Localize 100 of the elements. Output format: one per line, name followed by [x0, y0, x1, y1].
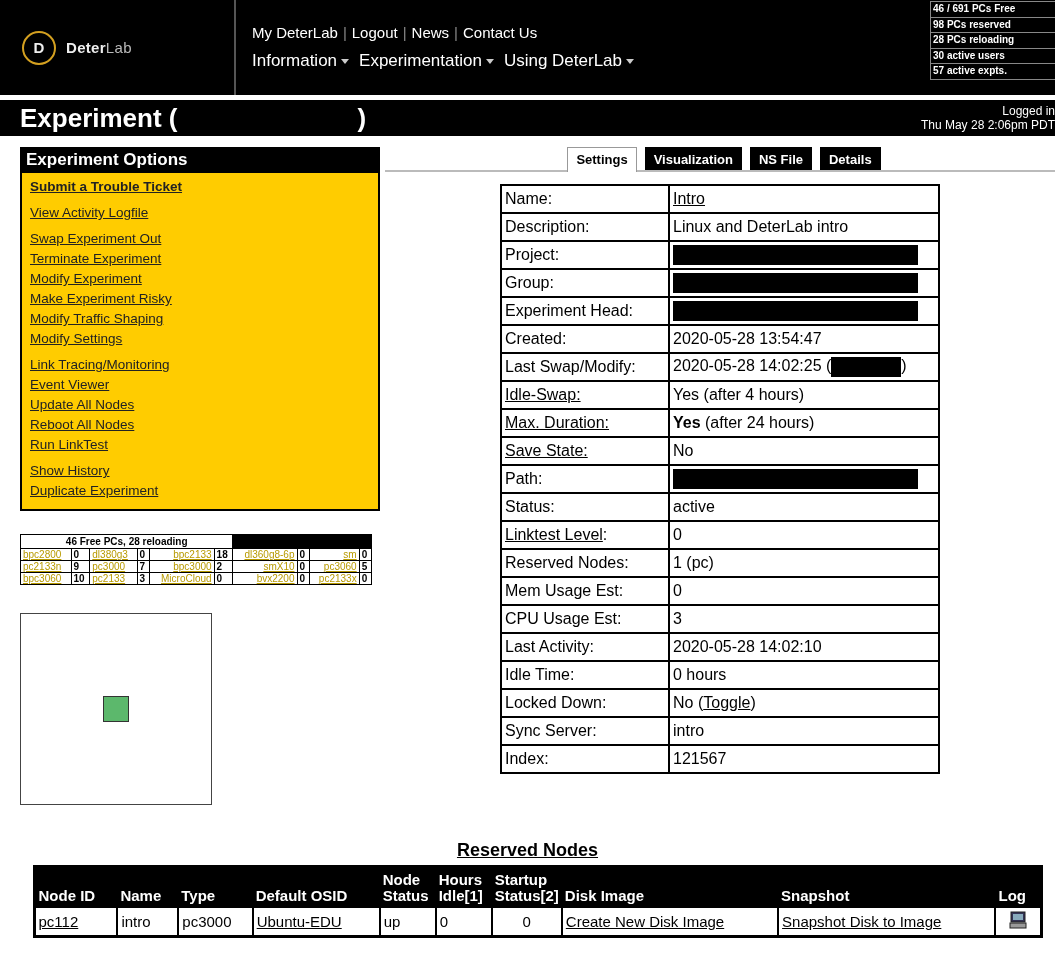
column-header: Disk Image [561, 866, 779, 907]
setting-value: Yes (after 24 hours) [673, 414, 815, 431]
setting-value: 2020-05-28 13:54:47 [673, 330, 822, 347]
nav-link[interactable]: Contact Us [463, 24, 538, 41]
setting-label: Experiment Head: [505, 302, 634, 319]
nav-link[interactable]: My DeterLab [252, 24, 338, 41]
value-link[interactable]: Intro [673, 190, 705, 207]
menu-link[interactable]: Experimentation [359, 51, 494, 71]
option-link[interactable]: Modify Experiment [30, 269, 142, 289]
setting-label: Index: [505, 750, 549, 767]
setting-value: ) [750, 694, 756, 711]
setting-value: 0 hours [673, 666, 727, 683]
option-link[interactable]: Terminate Experiment [30, 249, 162, 269]
separator: | [402, 24, 407, 41]
node-count: 0 [299, 549, 306, 560]
table-cell: pc3000 [178, 907, 253, 937]
label-link[interactable]: Linktest Level [505, 526, 603, 543]
separator: | [342, 24, 347, 41]
setting-label: Mem Usage Est: [505, 582, 624, 599]
tab[interactable]: NS File [749, 147, 812, 170]
option-link[interactable]: Submit a Trouble Ticket [30, 177, 183, 197]
setting-value: 0 [673, 582, 682, 599]
value-link[interactable]: Toggle [703, 694, 751, 711]
setting-value: 2020-05-28 14:02:10 [673, 638, 822, 655]
logo-text: DeterLab [66, 39, 132, 56]
option-link[interactable]: Duplicate Experiment [30, 481, 159, 501]
setting-value: Linux and DeterLab intro [673, 218, 849, 235]
caret-icon [626, 58, 634, 64]
option-link[interactable]: View Activity Logfile [30, 203, 149, 223]
option-link[interactable]: Run LinkTest [30, 435, 109, 455]
setting-value: 3 [673, 610, 682, 627]
node-count: 0 [361, 549, 368, 560]
date-text: Thu May 28 2:06pm PDT [920, 118, 1055, 132]
setting-value: 2020-05-28 14:02:25 ( [673, 357, 832, 375]
computer-icon[interactable] [1009, 911, 1027, 929]
column-header: Node ID [34, 866, 118, 907]
setting-label: : [602, 526, 608, 543]
node-count: 0 [73, 549, 80, 560]
separator: | [454, 24, 458, 41]
node-count: 0 [299, 573, 306, 584]
setting-label: CPU Usage Est: [505, 610, 622, 627]
node-count: 9 [73, 561, 80, 572]
option-link[interactable]: Reboot All Nodes [30, 415, 135, 435]
setting-label: Project: [505, 246, 560, 263]
nav-link[interactable]: News [411, 24, 450, 41]
setting-value: 121567 [673, 750, 727, 767]
tab[interactable]: Details [820, 147, 881, 170]
tab[interactable]: Settings [567, 147, 637, 172]
option-link[interactable]: Modify Traffic Shaping [30, 309, 164, 329]
column-header: Type [178, 866, 253, 907]
setting-label: Group: [505, 274, 554, 291]
setting-value: intro [673, 722, 705, 739]
setting-value: No [673, 442, 694, 459]
table-cell: 0 [491, 907, 562, 937]
option-link[interactable]: Modify Settings [30, 329, 123, 349]
setting-value: No ( [673, 694, 704, 711]
setting-label: Last Swap/Modify: [505, 358, 636, 375]
option-link[interactable]: Make Experiment Risky [30, 289, 172, 309]
node-count: 0 [216, 573, 223, 584]
column-header: Default OSID [252, 866, 380, 907]
section-title: Reserved Nodes [456, 840, 599, 861]
nav-link[interactable]: Logout [351, 24, 398, 41]
option-link[interactable]: Update All Nodes [30, 395, 135, 415]
setting-label: Sync Server: [505, 722, 597, 739]
setting-value: Yes (after 4 hours) [673, 386, 805, 403]
redaction-bar [831, 357, 902, 377]
node-count: 5 [361, 561, 368, 572]
panel-title: Experiment Options [22, 149, 378, 173]
setting-label: Locked Down: [505, 694, 607, 711]
setting-label: Created: [505, 330, 567, 347]
setting-value: active [673, 498, 715, 515]
menu-link[interactable]: Information [252, 51, 350, 71]
node-count: 0 [361, 573, 368, 584]
node-icon [103, 696, 129, 722]
page-title: Experiment ( [20, 102, 178, 134]
node-count: 3 [139, 573, 146, 584]
setting-label: Name: [505, 190, 553, 207]
option-link[interactable]: Swap Experiment Out [30, 229, 162, 249]
option-link[interactable]: Show History [30, 461, 110, 481]
column-header: Node Status [379, 866, 436, 907]
node-count: 0 [139, 549, 146, 560]
node-count: 2 [216, 561, 223, 572]
column-header: Snapshot [778, 866, 996, 907]
menu-link[interactable]: Using DeterLab [503, 51, 634, 71]
column-header: Startup Status[2] [491, 866, 562, 907]
node-count: 10 [73, 573, 85, 584]
option-link[interactable]: Link Tracing/Monitoring [30, 355, 170, 375]
caret-icon [485, 58, 494, 64]
table-cell: up [379, 907, 436, 937]
stat-text: 46 / 691 PCs Free [930, 1, 1055, 18]
node-count: 0 [299, 561, 306, 572]
tab[interactable]: Visualization [644, 147, 742, 170]
table-cell: 0 [435, 907, 492, 937]
option-link[interactable]: Event Viewer [30, 375, 110, 395]
stat-text: 57 active expts. [930, 63, 1055, 80]
node-count: 7 [139, 561, 146, 572]
setting-label: Description: [505, 218, 590, 235]
setting-value: ) [901, 357, 907, 375]
setting-label: Path: [505, 470, 543, 487]
page-title: ) [357, 102, 367, 134]
